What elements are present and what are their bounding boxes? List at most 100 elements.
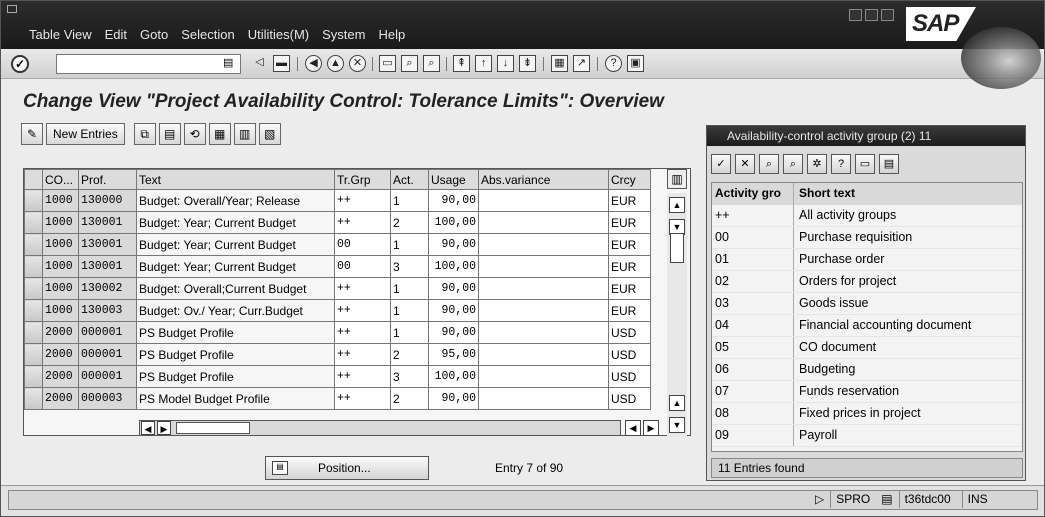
cell-activity[interactable]: 1: [390, 233, 429, 256]
cell-usage[interactable]: 90,00: [428, 387, 479, 410]
cell-abs-variance[interactable]: [478, 365, 609, 388]
popup-list-item[interactable]: ++ All activity groups: [712, 205, 1022, 227]
table-row[interactable]: 2000 000001 PS Budget Profile ++ 2 95,00 USD: [24, 343, 651, 366]
header-tr-grp[interactable]: Tr.Grp: [334, 169, 391, 190]
cell-currency[interactable]: EUR: [608, 255, 651, 278]
cell-usage[interactable]: 95,00: [428, 343, 479, 366]
cell-tr-grp[interactable]: ++: [334, 387, 391, 410]
table-row[interactable]: 1000 130001 Budget: Year; Current Budget 00…: [24, 233, 651, 256]
table-row[interactable]: 1000 130003 Budget: Ov./ Year; Curr.Budget…: [24, 299, 651, 322]
cell-usage[interactable]: 90,00: [428, 233, 479, 256]
popup-list-item[interactable]: 06 Budgeting: [712, 359, 1022, 381]
cell-currency[interactable]: EUR: [608, 211, 651, 234]
row-selector[interactable]: [24, 189, 43, 212]
cell-tr-grp[interactable]: ++: [334, 343, 391, 366]
select-all-column[interactable]: [24, 169, 43, 190]
table-row[interactable]: 1000 130001 Budget: Year; Current Budget 00…: [24, 255, 651, 278]
popup-list-item[interactable]: 04 Financial accounting document: [712, 315, 1022, 337]
row-selector[interactable]: [24, 343, 43, 366]
cell-currency[interactable]: EUR: [608, 189, 651, 212]
menu-help[interactable]: Help: [378, 27, 405, 42]
row-selector[interactable]: [24, 211, 43, 234]
menu-goto[interactable]: Goto: [140, 27, 168, 42]
close-icon[interactable]: [881, 9, 894, 21]
insert-mode[interactable]: INS: [961, 490, 993, 508]
popup-print-icon[interactable]: ▭: [855, 154, 875, 174]
table-row[interactable]: 1000 130000 Budget: Overall/Year; Release +…: [24, 189, 651, 212]
find-next-icon[interactable]: ⌕: [423, 55, 440, 72]
cell-abs-variance[interactable]: [478, 211, 609, 234]
deselect-all-icon[interactable]: ▧: [258, 123, 281, 145]
row-selector[interactable]: [24, 321, 43, 344]
enter-icon[interactable]: ✓: [11, 55, 29, 73]
popup-list-item[interactable]: 07 Funds reservation: [712, 381, 1022, 403]
table-row[interactable]: 2000 000001 PS Budget Profile ++ 1 90,00 USD: [24, 321, 651, 344]
header-co-area[interactable]: CO...: [42, 169, 79, 190]
popup-list-item[interactable]: 03 Goods issue: [712, 293, 1022, 315]
maximize-icon[interactable]: [865, 9, 878, 21]
cell-usage[interactable]: 90,00: [428, 189, 479, 212]
cell-tr-grp[interactable]: ++: [334, 365, 391, 388]
menu-table-view[interactable]: Table View: [29, 27, 92, 42]
table-settings-icon[interactable]: ▥: [667, 169, 687, 189]
scroll-page-up-icon[interactable]: ▲: [669, 395, 685, 411]
scroll-page-down-icon[interactable]: ▼: [669, 417, 685, 433]
cell-abs-variance[interactable]: [478, 321, 609, 344]
row-selector[interactable]: [24, 255, 43, 278]
cell-abs-variance[interactable]: [478, 255, 609, 278]
cell-abs-variance[interactable]: [478, 233, 609, 256]
cell-tr-grp[interactable]: 00: [334, 233, 391, 256]
cell-activity[interactable]: 2: [390, 211, 429, 234]
new-entries-button[interactable]: New Entries: [46, 123, 125, 145]
position-button[interactable]: ▤ Position...: [265, 456, 429, 480]
popup-list-item[interactable]: 09 Payroll: [712, 425, 1022, 447]
popup-cancel-icon[interactable]: ✕: [735, 154, 755, 174]
header-profile[interactable]: Prof.: [78, 169, 137, 190]
previous-page-icon[interactable]: ↑: [475, 55, 492, 72]
row-selector[interactable]: [24, 277, 43, 300]
delete-icon[interactable]: ▤: [158, 123, 181, 145]
popup-list-item[interactable]: 08 Fixed prices in project: [712, 403, 1022, 425]
popup-header-activity-group[interactable]: Activity gro: [712, 183, 794, 205]
column-scroll-left-icon[interactable]: ◀: [625, 420, 641, 436]
popup-help-icon[interactable]: ?: [831, 154, 851, 174]
popup-header-short-text[interactable]: Short text: [794, 183, 1004, 205]
scroll-right-icon[interactable]: ▶: [157, 421, 171, 435]
header-usage[interactable]: Usage: [428, 169, 479, 190]
table-row[interactable]: 2000 000003 PS Model Budget Profile ++ 2 90,0…: [24, 387, 651, 410]
exit-icon[interactable]: ▲: [327, 55, 344, 72]
command-field[interactable]: [56, 54, 241, 74]
table-row[interactable]: 2000 000001 PS Budget Profile ++ 3 100,00 USD: [24, 365, 651, 388]
cell-abs-variance[interactable]: [478, 277, 609, 300]
select-block-icon[interactable]: ▥: [233, 123, 256, 145]
cell-abs-variance[interactable]: [478, 387, 609, 410]
cell-tr-grp[interactable]: ++: [334, 189, 391, 212]
popup-list-item[interactable]: 05 CO document: [712, 337, 1022, 359]
popup-list-item[interactable]: 02 Orders for project: [712, 271, 1022, 293]
cell-currency[interactable]: EUR: [608, 299, 651, 322]
shortcut-icon[interactable]: ↗: [573, 55, 590, 72]
cell-currency[interactable]: USD: [608, 321, 651, 344]
header-abs-variance[interactable]: Abs.variance: [478, 169, 609, 190]
cell-tr-grp[interactable]: ++: [334, 321, 391, 344]
column-scroll-right-icon[interactable]: ▶: [643, 420, 659, 436]
cell-currency[interactable]: EUR: [608, 233, 651, 256]
back-icon[interactable]: ◀: [305, 55, 322, 72]
last-page-icon[interactable]: ⇟: [519, 55, 536, 72]
popup-find-icon[interactable]: ⌕: [759, 154, 779, 174]
cell-currency[interactable]: USD: [608, 387, 651, 410]
cell-activity[interactable]: 1: [390, 277, 429, 300]
select-all-icon[interactable]: ▦: [208, 123, 231, 145]
cell-activity[interactable]: 3: [390, 365, 429, 388]
scroll-left-icon[interactable]: ◀: [141, 421, 155, 435]
first-page-icon[interactable]: ⇞: [453, 55, 470, 72]
cell-abs-variance[interactable]: [478, 343, 609, 366]
vertical-scroll-thumb[interactable]: [670, 233, 684, 263]
cell-currency[interactable]: EUR: [608, 277, 651, 300]
print-icon[interactable]: ▭: [379, 55, 396, 72]
cell-activity[interactable]: 1: [390, 299, 429, 322]
header-activity[interactable]: Act.: [390, 169, 429, 190]
cell-tr-grp[interactable]: 00: [334, 255, 391, 278]
row-selector[interactable]: [24, 233, 43, 256]
help-icon[interactable]: ?: [605, 55, 622, 72]
